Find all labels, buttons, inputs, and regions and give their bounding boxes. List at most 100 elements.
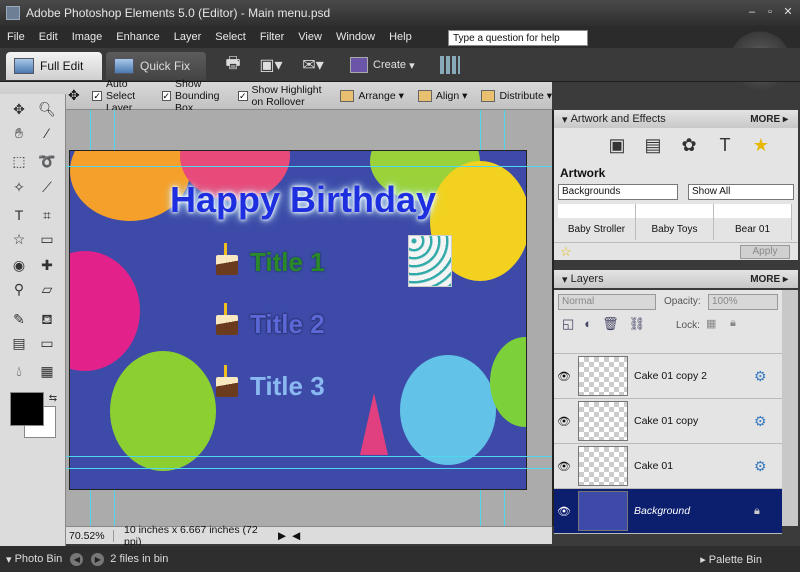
swap-colors-icon[interactable]: ⇆ (42, 388, 64, 410)
gear-icon[interactable]: ⚙ (754, 368, 767, 385)
marquee-tool-icon[interactable]: ⬚ (8, 150, 30, 172)
layers-panel-header[interactable]: ▾ Layers MORE ▸ (554, 270, 798, 288)
gear-icon[interactable]: ⚙ (754, 458, 767, 475)
effects-icon[interactable]: ✿ (678, 134, 700, 156)
distribute-button[interactable]: Distribute ▾ (481, 89, 552, 102)
menu-help[interactable]: Help (382, 26, 419, 48)
menu-enhance[interactable]: Enhance (109, 26, 166, 48)
highlight-checkbox[interactable]: ✓ Show Highlight on Rollover (237, 84, 326, 108)
sponge-tool-icon[interactable]: ▦ (36, 360, 58, 382)
scroll-left-icon[interactable]: ◀ (292, 530, 300, 542)
align-button[interactable]: Align ▾ (417, 89, 467, 102)
opacity-input[interactable]: 100% (708, 294, 778, 310)
favorite-star-icon[interactable]: ☆ (560, 244, 572, 260)
layers-scrollbar[interactable] (782, 290, 798, 526)
menu-edit[interactable]: Edit (32, 26, 65, 48)
grid-view-icon[interactable] (440, 56, 460, 74)
layer-row[interactable]: 👁︎ Cake 01 copy ⚙ (554, 399, 782, 444)
minimize-icon[interactable]: – (744, 5, 760, 20)
favorites-icon[interactable]: ★ (750, 134, 772, 156)
email-icon[interactable]: ✉▾ (300, 54, 326, 76)
eye-icon[interactable]: 👁︎ (554, 460, 574, 473)
menu-view[interactable]: View (291, 26, 329, 48)
status-menu-arrow-icon[interactable]: ▶ (278, 530, 286, 542)
help-search-input[interactable]: Type a question for help (448, 30, 588, 46)
artwork-panel-header[interactable]: ▾ Artwork and Effects MORE ▸ (554, 110, 798, 128)
document-canvas[interactable]: Happy Birthday Title 1 Title 2 Title 3 (69, 150, 527, 490)
menu-window[interactable]: Window (329, 26, 382, 48)
selection-brush-icon[interactable]: ⟋ (36, 176, 58, 198)
lock-all-icon[interactable]: 🔒︎ (730, 317, 736, 330)
brush-tool-icon[interactable]: ✎ (8, 308, 30, 330)
shape-tool-icon[interactable]: ▭ (36, 332, 58, 354)
filter-select[interactable]: Show All (688, 184, 794, 200)
category-select[interactable]: Backgrounds (558, 184, 678, 200)
foreground-color-swatch[interactable] (10, 392, 44, 426)
photo-bin-toggle[interactable]: ▾ Photo Bin (6, 553, 62, 566)
themes-icon[interactable]: ▤ (642, 134, 664, 156)
blur-tool-icon[interactable]: 💧︎ (8, 360, 30, 382)
move-tool-icon[interactable]: ✥ (68, 87, 84, 104)
straighten-tool-icon[interactable]: ▭ (36, 228, 58, 250)
new-layer-icon[interactable]: ◱ (562, 316, 574, 332)
eraser-icon[interactable]: ▱ (36, 278, 58, 300)
layer-row[interactable]: 👁︎ Cake 01 ⚙ (554, 444, 782, 489)
thumb-bear-01[interactable]: Bear 01 (714, 204, 792, 240)
eye-icon[interactable]: 👁︎ (554, 415, 574, 428)
print-icon[interactable]: 🖶 (220, 54, 246, 76)
lasso-tool-icon[interactable]: ➰ (36, 150, 58, 172)
red-eye-icon[interactable]: ◉ (8, 254, 30, 276)
tab-quick-fix[interactable]: Quick Fix (106, 52, 206, 80)
menu-layer[interactable]: Layer (167, 26, 209, 48)
eyedropper-icon[interactable]: ⁄ (36, 122, 58, 144)
menu-filter[interactable]: Filter (253, 26, 291, 48)
arrange-button[interactable]: Arrange ▾ (340, 89, 404, 102)
hand-tool-icon[interactable]: ✋︎ (8, 122, 30, 144)
bounding-box-checkbox[interactable]: ✓ Show Bounding Box (161, 78, 230, 114)
eye-icon[interactable]: 👁︎ (554, 370, 574, 383)
move-tool-icon[interactable]: ✥ (8, 98, 30, 120)
apply-button[interactable]: Apply (740, 245, 790, 259)
close-icon[interactable]: ✕ (780, 5, 796, 20)
crop-tool-icon[interactable]: ⌗ (36, 204, 58, 226)
cookie-cutter-icon[interactable]: ☆ (8, 228, 30, 250)
create-label: Create (373, 59, 407, 71)
healing-brush-icon[interactable]: ✚ (36, 254, 58, 276)
palette-bin-toggle[interactable]: ▸ Palette Bin (700, 553, 762, 566)
magic-wand-icon[interactable]: ✧ (8, 176, 30, 198)
text-effects-icon[interactable]: T (714, 134, 736, 156)
delete-layer-icon[interactable]: 🗑︎ (602, 316, 619, 332)
menu-file[interactable]: File (0, 26, 32, 48)
zoom-tool-icon[interactable]: 🔍︎ (36, 98, 58, 120)
layer-row[interactable]: 👁︎ Cake 01 copy 2 ⚙ (554, 354, 782, 399)
adjustment-layer-icon[interactable]: ◐ (584, 316, 592, 332)
tab-full-edit[interactable]: Full Edit (6, 52, 102, 80)
menu-select[interactable]: Select (208, 26, 253, 48)
layer-row-selected[interactable]: 👁︎ Background 🔒︎ (554, 489, 782, 534)
prev-icon[interactable]: ◀ (70, 552, 84, 566)
apply-row: ☆ Apply (554, 242, 798, 260)
document-workarea[interactable]: Happy Birthday Title 1 Title 2 Title 3 (66, 110, 552, 526)
artwork-more-button[interactable]: MORE ▸ (750, 114, 788, 125)
restore-icon[interactable]: ▫ (762, 5, 778, 20)
gradient-tool-icon[interactable]: ▤ (8, 332, 30, 354)
zoom-level[interactable]: 70.52% (66, 529, 114, 542)
layers-more-button[interactable]: MORE ▸ (750, 274, 788, 285)
create-button[interactable]: Create ▾ (350, 54, 415, 76)
type-tool-icon[interactable]: T (8, 204, 30, 226)
eye-icon[interactable]: 👁︎ (554, 505, 574, 518)
link-layer-icon[interactable]: ⛓︎ (629, 316, 646, 332)
auto-select-checkbox[interactable]: ✓ Auto Select Layer (92, 78, 153, 114)
gear-icon[interactable]: ⚙ (754, 413, 767, 430)
thumb-baby-stroller[interactable]: Baby Stroller (558, 204, 636, 240)
paint-bucket-icon[interactable]: ⛾ (36, 308, 58, 330)
lock-transparency-icon[interactable]: ▦ (706, 317, 716, 330)
palette-bin-label: Palette Bin (708, 553, 762, 566)
menu-image[interactable]: Image (65, 26, 110, 48)
clone-stamp-icon[interactable]: ⚲ (8, 278, 30, 300)
thumb-baby-toys[interactable]: Baby Toys (636, 204, 714, 240)
next-icon[interactable]: ▶ (91, 552, 105, 566)
share-icon[interactable]: ▣▾ (258, 54, 284, 76)
blend-mode-select[interactable]: Normal (558, 294, 656, 310)
artwork-icon[interactable]: ▣ (606, 134, 628, 156)
